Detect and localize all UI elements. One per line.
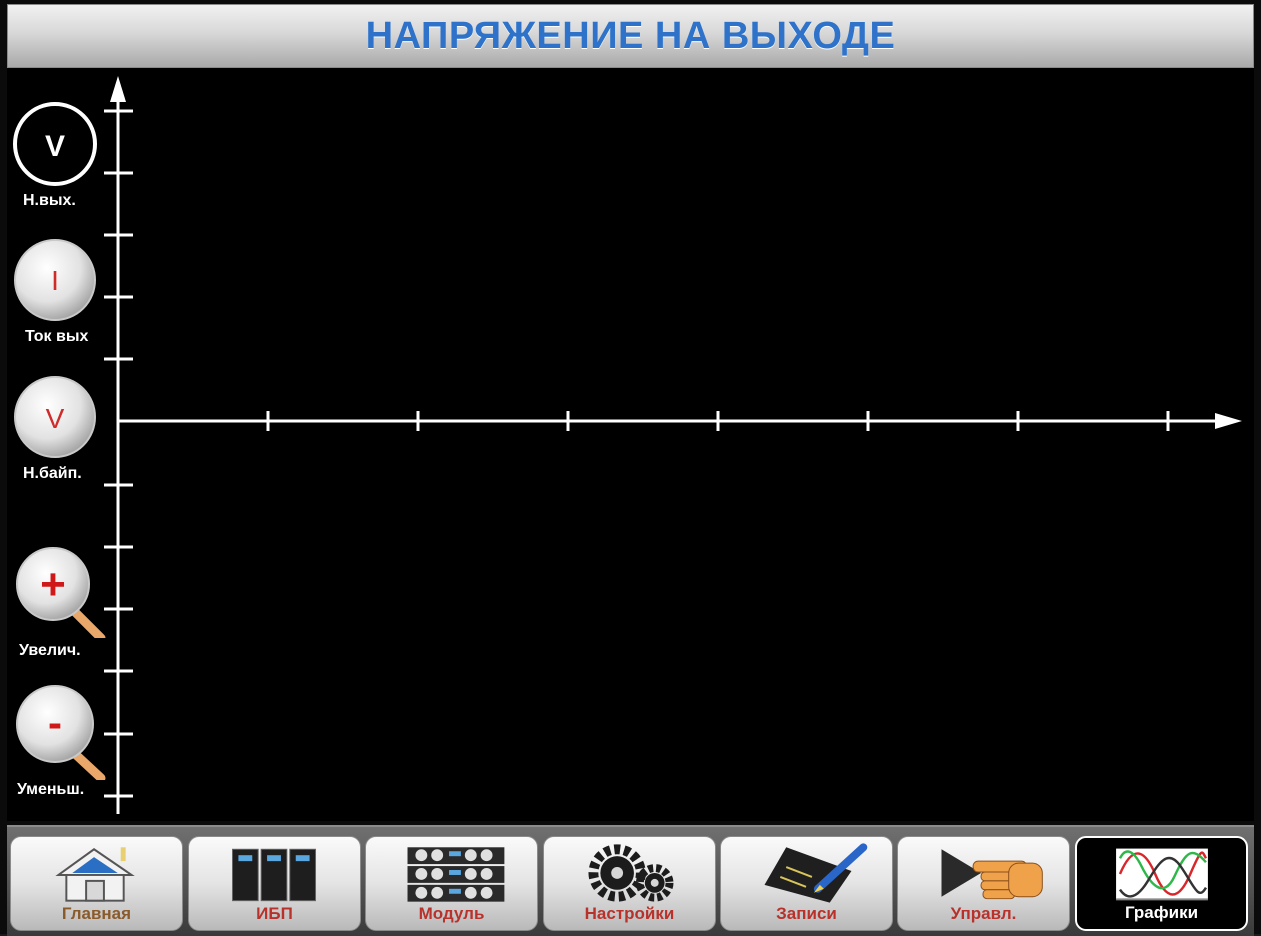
- svg-text:+: +: [40, 560, 66, 609]
- bypass-voltmeter-icon: V: [14, 376, 96, 458]
- zoom-out-button[interactable]: - Уменьш.: [11, 680, 111, 810]
- nav-module-label: Модуль: [418, 904, 485, 923]
- svg-text:V: V: [45, 130, 65, 163]
- zoom-in-icon: +: [16, 547, 106, 638]
- nav-settings-button[interactable]: Настройки: [543, 836, 716, 931]
- output-current-label: Ток вых: [25, 328, 89, 345]
- zoom-out-icon: -: [16, 685, 106, 780]
- nav-control-label: Управл.: [950, 904, 1017, 923]
- svg-text:V: V: [46, 403, 65, 434]
- zoom-in-button[interactable]: + Увелич.: [11, 544, 111, 660]
- nav-records-label: Записи: [776, 904, 837, 923]
- nav-home-label: Главная: [61, 904, 132, 923]
- waveform-plot: [104, 76, 1242, 814]
- graph-area: V Н.вых. I Ток вых V Н.байп. + Увелич. -…: [7, 68, 1254, 821]
- output-voltage-label: Н.вых.: [23, 192, 76, 209]
- house-icon: [55, 847, 135, 902]
- nav-control-button[interactable]: Управл.: [897, 836, 1070, 931]
- voltmeter-icon: V: [13, 102, 97, 186]
- title-bar: НАПРЯЖЕНИЕ НА ВЫХОДЕ: [7, 4, 1254, 68]
- output-current-button[interactable]: I Ток вых: [13, 236, 113, 348]
- nav-records-button[interactable]: Записи: [720, 836, 893, 931]
- zoom-in-label: Увелич.: [19, 642, 81, 659]
- bypass-voltage-label: Н.байп.: [23, 465, 82, 482]
- nav-home-button[interactable]: Главная: [10, 836, 183, 931]
- pointing-hand-icon: [941, 849, 1043, 900]
- zoom-out-label: Уменьш.: [17, 781, 85, 798]
- gears-icon: [588, 844, 674, 902]
- bypass-voltage-button[interactable]: V Н.байп.: [13, 373, 113, 489]
- nav-ups-button[interactable]: ИБП: [188, 836, 361, 931]
- nav-settings-label: Настройки: [584, 904, 675, 923]
- nav-graphs-label: Графики: [1124, 903, 1199, 922]
- nav-graphs-button[interactable]: Графики: [1075, 836, 1248, 931]
- nav-module-button[interactable]: Модуль: [365, 836, 538, 931]
- notepad-pen-icon: [764, 843, 868, 903]
- x-axis-arrow: [1215, 413, 1242, 429]
- y-axis-arrow: [110, 76, 126, 102]
- nav-ups-label: ИБП: [256, 904, 293, 923]
- svg-text:-: -: [48, 699, 62, 746]
- svg-text:I: I: [51, 265, 59, 296]
- sine-waves-icon: [1116, 848, 1208, 901]
- module-rack-icon: [407, 847, 505, 902]
- ammeter-icon: I: [14, 239, 96, 321]
- output-voltage-button[interactable]: V Н.вых.: [13, 100, 105, 212]
- bottom-nav: Главная ИБП Модуль Настройки Записи Упра…: [7, 825, 1254, 936]
- app-window: НАПРЯЖЕНИЕ НА ВЫХОДЕ V Н.вых. I Ток вых …: [0, 0, 1261, 936]
- ups-cabinet-icon: [231, 848, 317, 902]
- page-title: НАПРЯЖЕНИЕ НА ВЫХОДЕ: [365, 14, 896, 57]
